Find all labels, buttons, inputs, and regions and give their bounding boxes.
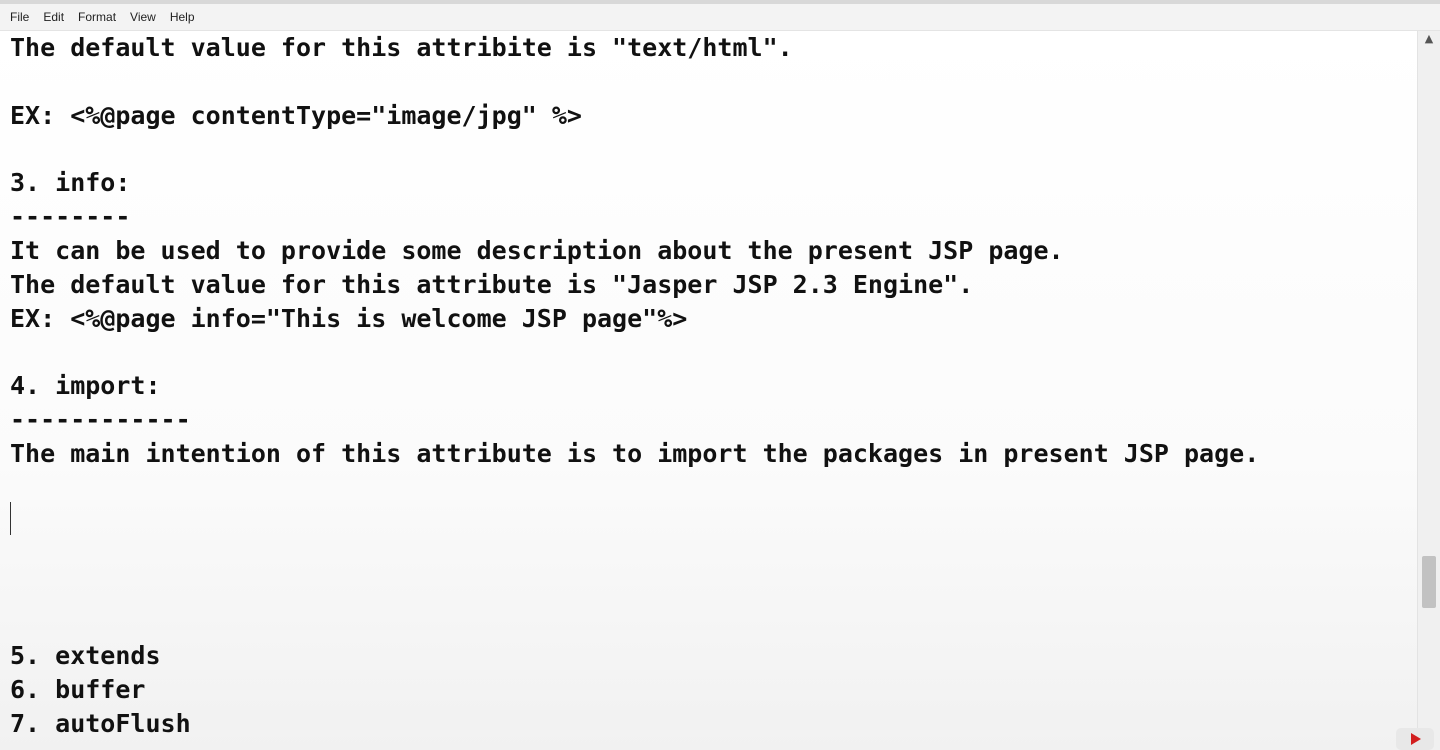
notepad-window: File Edit Format View Help The default v…	[0, 0, 1440, 750]
text-line: It can be used to provide some descripti…	[10, 236, 1064, 265]
text-line: The default value for this attribute is …	[10, 270, 974, 299]
text-line: The main intention of this attribute is …	[10, 439, 1260, 468]
play-icon	[1411, 733, 1421, 745]
menu-bar: File Edit Format View Help	[0, 4, 1440, 31]
menu-help[interactable]: Help	[164, 4, 201, 30]
text-line: 7. autoFlush	[10, 709, 191, 738]
menu-format[interactable]: Format	[72, 4, 122, 30]
text-line: 3. info:	[10, 168, 131, 197]
text-line: --------	[10, 202, 131, 231]
menu-edit[interactable]: Edit	[37, 4, 70, 30]
menu-view[interactable]: View	[124, 4, 162, 30]
chevron-up-icon[interactable]: ▲	[1418, 31, 1440, 47]
vertical-scrollbar[interactable]: ▲	[1417, 31, 1440, 750]
text-line: 6. buffer	[10, 675, 146, 704]
youtube-logo-icon	[1396, 728, 1434, 750]
text-line: The default value for this attribite is …	[10, 33, 793, 62]
text-line: EX: <%@page contentType="image/jpg" %>	[10, 101, 582, 130]
scrollbar-thumb[interactable]	[1422, 556, 1436, 608]
text-line: EX: <%@page info="This is welcome JSP pa…	[10, 304, 688, 333]
text-editor-area[interactable]: The default value for this attribite is …	[0, 31, 1418, 750]
text-line: ------------	[10, 405, 191, 434]
text-line: 5. extends	[10, 641, 161, 670]
menu-file[interactable]: File	[4, 4, 35, 30]
text-caret	[10, 502, 11, 535]
text-line: 4. import:	[10, 371, 161, 400]
